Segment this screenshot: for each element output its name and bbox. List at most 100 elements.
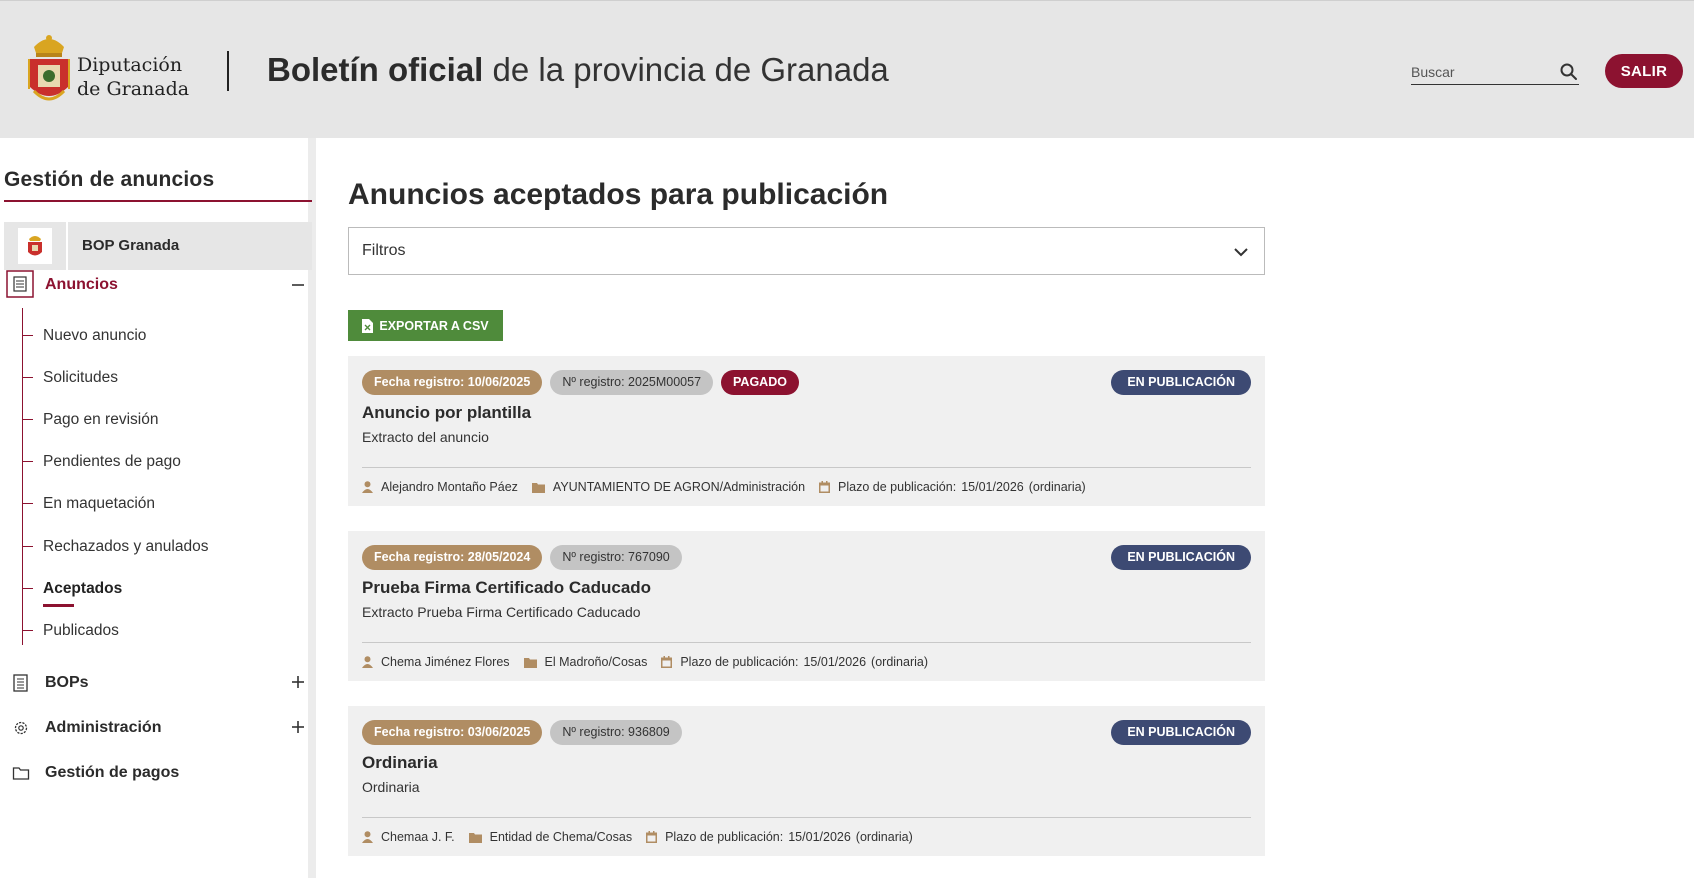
- nav-anuncios[interactable]: Anuncios: [0, 265, 316, 301]
- card-extract: Extracto Prueba Firma Certificado Caduca…: [362, 604, 641, 620]
- sidebar-item-label: Rechazados y anulados: [43, 538, 209, 555]
- meta-plazo-type: (ordinaria): [855, 830, 913, 844]
- user-icon: [362, 481, 373, 493]
- card-meta: Chema Jiménez Flores El Madroño/Cosas Pl…: [362, 655, 942, 669]
- calendar-icon: [661, 656, 673, 668]
- nav-anuncios-label: Anuncios: [45, 276, 118, 293]
- sidebar-item-aceptados[interactable]: Aceptados: [22, 574, 302, 607]
- meta-org-name: El Madroño/Cosas: [544, 655, 648, 669]
- sidebar-item-label: Publicados: [43, 622, 119, 639]
- announcement-card: Fecha registro: 10/06/2025 Nº registro: …: [348, 356, 1265, 506]
- export-csv-button[interactable]: EXPORTAR A CSV: [348, 310, 503, 341]
- card-title[interactable]: Prueba Firma Certificado Caducado: [362, 578, 651, 598]
- card-badges: Fecha registro: 10/06/2025 Nº registro: …: [362, 370, 799, 395]
- page-title: Anuncios aceptados para publicación: [348, 178, 889, 211]
- tree-tick: [22, 588, 33, 589]
- date-badge: Fecha registro: 03/06/2025: [362, 720, 543, 745]
- meta-user-name: Chemaa J. F.: [381, 830, 455, 844]
- meta-plazo-label: Plazo de publicación:: [680, 655, 799, 669]
- card-badges: Fecha registro: 28/05/2024 Nº registro: …: [362, 545, 682, 570]
- nav-bops[interactable]: BOPs: [0, 668, 316, 698]
- list-icon: [13, 674, 28, 692]
- entity-label: BOP Granada: [82, 237, 180, 254]
- nav-gestion-de-pagos[interactable]: Gestión de pagos: [0, 758, 316, 788]
- sidebar-item-label: En maquetación: [43, 495, 156, 512]
- card-divider: [362, 642, 1251, 643]
- entity-separator: [66, 222, 68, 270]
- search-input[interactable]: [1411, 61, 1551, 83]
- coat-of-arms-logo[interactable]: [26, 29, 72, 109]
- active-indicator: [43, 604, 74, 607]
- meta-plazo-type: (ordinaria): [871, 655, 929, 669]
- folder-icon: [523, 657, 537, 668]
- folder-icon: [531, 482, 545, 493]
- tree-tick: [22, 630, 33, 631]
- filters-dropdown[interactable]: Filtros: [348, 227, 1265, 275]
- search-icon[interactable]: [1559, 62, 1579, 82]
- expand-plus-icon[interactable]: [290, 719, 306, 735]
- entity-selector[interactable]: BOP Granada: [4, 222, 312, 270]
- collapse-minus-icon[interactable]: [290, 277, 306, 293]
- sidebar-item-rechazados-y-anulados[interactable]: Rechazados y anulados: [22, 532, 302, 562]
- meta-user: Chemaa J. F.: [362, 830, 455, 844]
- header: Diputación de Granada Boletín oficial de…: [0, 0, 1694, 138]
- meta-plazo-date: 15/01/2026: [788, 830, 851, 844]
- tree-tick: [22, 503, 33, 504]
- folder-icon: [12, 767, 30, 780]
- date-badge: Fecha registro: 10/06/2025: [362, 370, 543, 395]
- csv-file-icon: [362, 318, 374, 333]
- tree-tick: [22, 335, 33, 336]
- document-icon: [6, 270, 34, 298]
- card-title[interactable]: Ordinaria: [362, 753, 438, 773]
- sidebar-title: Gestión de anuncios: [4, 168, 215, 191]
- meta-org: Entidad de Chema/Cosas: [468, 830, 633, 844]
- entity-coat-of-arms-icon: [28, 236, 42, 256]
- meta-plazo: Plazo de publicación: 15/01/2026 (ordina…: [646, 830, 913, 844]
- card-meta: Alejandro Montaño Páez AYUNTAMIENTO DE A…: [362, 480, 1100, 494]
- meta-org: El Madroño/Cosas: [523, 655, 648, 669]
- sidebar-item-label: Aceptados: [43, 580, 123, 597]
- logout-button[interactable]: SALIR: [1605, 54, 1683, 88]
- filters-label: Filtros: [362, 242, 406, 259]
- sidebar-item-pago-en-revision[interactable]: Pago en revisión: [22, 405, 302, 435]
- nav-bops-label: BOPs: [45, 674, 89, 691]
- meta-plazo-label: Plazo de publicación:: [665, 830, 784, 844]
- registry-badge: Nº registro: 767090: [550, 545, 682, 570]
- site-title-rest: de la provincia de Granada: [483, 51, 889, 88]
- card-title[interactable]: Anuncio por plantilla: [362, 403, 531, 423]
- sidebar-item-label: Nuevo anuncio: [43, 327, 147, 344]
- card-divider: [362, 817, 1251, 818]
- card-badges: Fecha registro: 03/06/2025 Nº registro: …: [362, 720, 682, 745]
- card-meta: Chemaa J. F. Entidad de Chema/Cosas Plaz…: [362, 830, 927, 844]
- sidebar-item-solicitudes[interactable]: Solicitudes: [22, 363, 302, 393]
- org-name-line2: de Granada: [77, 78, 190, 100]
- status-badge: EN PUBLICACIÓN: [1111, 545, 1251, 570]
- meta-org-name: AYUNTAMIENTO DE AGRON/Administración: [552, 480, 806, 494]
- sidebar-title-underline: [4, 200, 312, 202]
- sidebar-item-nuevo-anuncio[interactable]: Nuevo anuncio: [22, 321, 302, 351]
- status-badge: EN PUBLICACIÓN: [1111, 720, 1251, 745]
- sidebar-item-label: Solicitudes: [43, 369, 118, 386]
- export-csv-label: EXPORTAR A CSV: [379, 318, 489, 333]
- registry-badge: Nº registro: 936809: [550, 720, 682, 745]
- tree-tick: [22, 377, 33, 378]
- meta-plazo-date: 15/01/2026: [803, 655, 867, 669]
- sidebar: Gestión de anuncios BOP Granada Anuncios…: [0, 138, 316, 878]
- meta-user-name: Alejandro Montaño Páez: [381, 480, 518, 494]
- meta-org-name: Entidad de Chema/Cosas: [489, 830, 633, 844]
- user-icon: [362, 656, 373, 668]
- nav-administracion[interactable]: Administración: [0, 713, 316, 743]
- meta-plazo: Plazo de publicación: 15/01/2026 (ordina…: [661, 655, 928, 669]
- gear-icon: [14, 721, 28, 735]
- meta-plazo-date: 15/01/2026: [961, 480, 1024, 494]
- card-divider: [362, 467, 1251, 468]
- meta-user: Chema Jiménez Flores: [362, 655, 510, 669]
- tree-tick: [22, 546, 33, 547]
- calendar-icon: [646, 831, 658, 843]
- meta-plazo: Plazo de publicación: 15/01/2026 (ordina…: [819, 480, 1086, 494]
- expand-plus-icon[interactable]: [290, 674, 306, 690]
- sidebar-item-publicados[interactable]: Publicados: [22, 616, 302, 646]
- date-badge: Fecha registro: 28/05/2024: [362, 545, 543, 570]
- sidebar-item-pendientes-de-pago[interactable]: Pendientes de pago: [22, 447, 302, 477]
- sidebar-item-en-maquetacion[interactable]: En maquetación: [22, 489, 302, 519]
